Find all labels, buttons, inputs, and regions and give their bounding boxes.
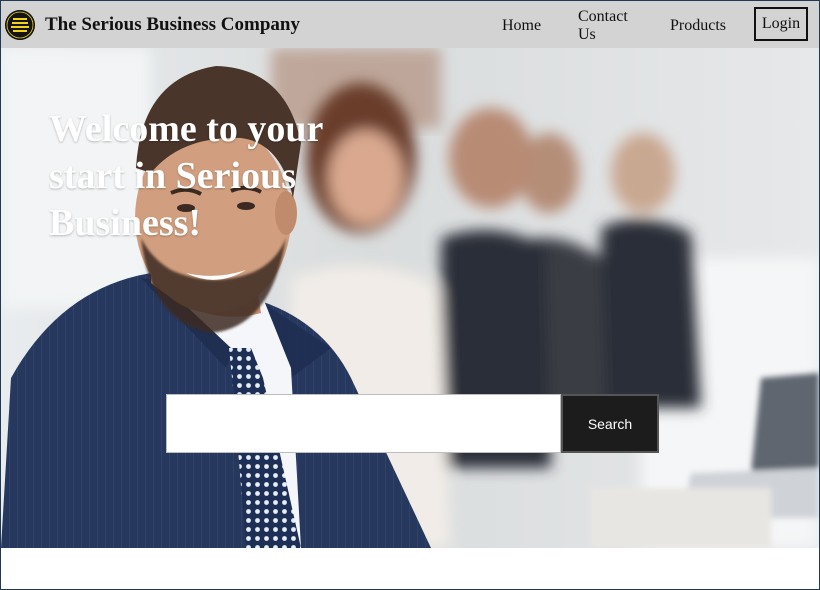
- login-button[interactable]: Login: [754, 7, 808, 41]
- brand-name[interactable]: The Serious Business Company: [45, 14, 300, 36]
- search-input[interactable]: [166, 394, 561, 453]
- page: The Serious Business Company Home Contac…: [0, 0, 820, 590]
- company-logo[interactable]: [5, 10, 35, 40]
- nav-products-link[interactable]: Products: [670, 17, 726, 35]
- hero-title: Welcome to your start in Serious Busines…: [49, 108, 323, 244]
- navbar: The Serious Business Company Home Contac…: [1, 1, 819, 48]
- search-button[interactable]: Search: [561, 394, 659, 453]
- nav-home-link[interactable]: Home: [502, 17, 541, 35]
- logo-badge-icon: [5, 10, 35, 40]
- nav-contact-link[interactable]: Contact Us: [578, 8, 640, 44]
- hero-section: Welcome to your start in Serious Busines…: [1, 48, 819, 548]
- content-area: [1, 548, 819, 589]
